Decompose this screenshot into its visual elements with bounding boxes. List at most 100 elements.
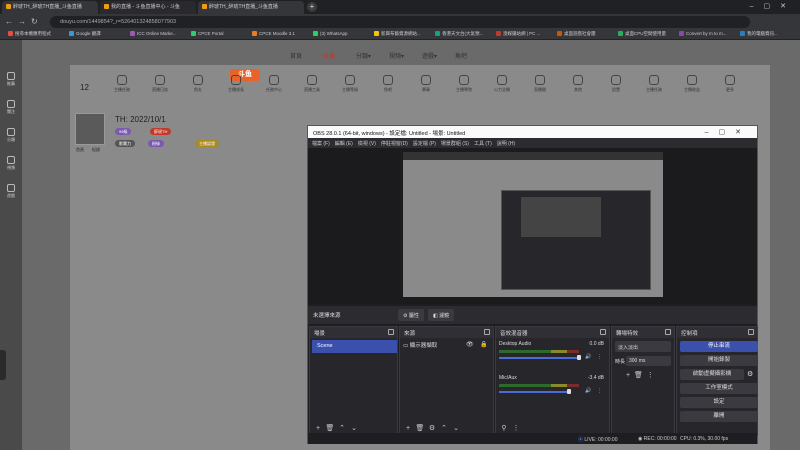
feature-icon-item[interactable]: 其他 bbox=[561, 75, 595, 93]
chevron-up-icon[interactable]: ⌃ bbox=[337, 424, 347, 432]
lock-icon[interactable]: 🔒 bbox=[480, 341, 487, 348]
add-icon[interactable]: + bbox=[403, 425, 413, 432]
feature-icon-item[interactable]: 賽事 bbox=[409, 75, 443, 93]
bookmark-item[interactable]: 桌面遊戲社會團 bbox=[557, 31, 596, 37]
left-nav-item[interactable]: 視頻 bbox=[3, 156, 19, 171]
add-icon[interactable]: + bbox=[626, 372, 630, 379]
bookmark-item[interactable]: 我的電腦資訊... bbox=[740, 31, 778, 37]
profile-label-record[interactable]: 紀錄 bbox=[92, 147, 100, 153]
speaker-icon[interactable]: 🔊 bbox=[585, 388, 591, 394]
feature-icon-item[interactable]: 任務中心 bbox=[257, 75, 291, 93]
browser-tab-3[interactable]: 醉琥TH_醉琥TH直播_斗鱼直播 bbox=[198, 1, 304, 14]
obs-menu-item[interactable]: 工具 (T) bbox=[474, 141, 492, 147]
bookmark-item[interactable]: Google 翻譯 bbox=[69, 31, 101, 37]
browser-tab-1[interactable]: 醉琥TH_醉琥TH直播_斗鱼直播 bbox=[2, 1, 98, 14]
left-nav-item[interactable]: 推薦 bbox=[3, 72, 19, 87]
forward-icon[interactable]: → bbox=[18, 17, 26, 26]
dock-pin-icon[interactable] bbox=[600, 329, 606, 335]
feature-icon-item[interactable]: 直播間 bbox=[523, 75, 557, 93]
volume-knob[interactable] bbox=[577, 355, 581, 360]
obs-window-controls[interactable]: –▢✕ bbox=[705, 128, 751, 136]
side-handle[interactable] bbox=[0, 350, 6, 380]
obs-menu-item[interactable]: 停駐視窗(D) bbox=[381, 141, 408, 147]
settings-button[interactable]: 設定 bbox=[680, 397, 758, 408]
bookmark-item[interactable]: ICC Online Marke... bbox=[130, 31, 177, 37]
site-nav-item[interactable]: 分類▾ bbox=[356, 51, 371, 60]
add-icon[interactable]: + bbox=[313, 425, 323, 432]
feature-icon-item[interactable]: 主播等級 bbox=[333, 75, 367, 93]
feature-icon-item[interactable]: 主播任務 bbox=[637, 75, 671, 93]
bookmark-item[interactable]: Convert by m to m... bbox=[679, 31, 727, 37]
dock-pin-icon[interactable] bbox=[665, 329, 671, 335]
obs-menu-item[interactable]: 檔案 (F) bbox=[312, 141, 330, 147]
link-icon[interactable]: ⚲ bbox=[499, 424, 509, 432]
start-virtual-camera-button[interactable]: 啟動虛擬攝影機 bbox=[680, 369, 744, 380]
start-recording-button[interactable]: 開始錄製 bbox=[680, 355, 758, 366]
bookmark-item[interactable]: 搜尋本機應用程式 bbox=[8, 31, 51, 37]
bookmark-item[interactable]: (3) WhatsApp bbox=[313, 31, 348, 37]
feature-icon-item[interactable]: 主播收益 bbox=[675, 75, 709, 93]
studio-mode-button[interactable]: 工作室模式 bbox=[680, 383, 758, 394]
filters-button[interactable]: ◧ 濾鏡 bbox=[428, 309, 455, 321]
bookmark-item[interactable]: 桌面CPU空間使用量 bbox=[618, 31, 666, 37]
scene-item[interactable]: Scene bbox=[312, 340, 397, 353]
feature-icon-item[interactable]: 更多 bbox=[713, 75, 747, 93]
gear-icon[interactable]: ⚙ bbox=[747, 370, 753, 378]
obs-menu-item[interactable]: 場景群組 (S) bbox=[441, 141, 469, 147]
more-icon[interactable]: ⋮ bbox=[647, 372, 654, 379]
obs-preview[interactable] bbox=[308, 148, 757, 304]
bookmark-item[interactable]: CPCE Moodle 3.1 bbox=[252, 31, 295, 37]
more-icon[interactable]: ⋮ bbox=[597, 354, 602, 360]
window-controls[interactable]: –▢✕ bbox=[750, 2, 796, 10]
feature-icon-item[interactable]: 主播學院 bbox=[447, 75, 481, 93]
left-nav-item[interactable]: 關注 bbox=[3, 100, 19, 115]
stop-streaming-button[interactable]: 停止串流 bbox=[680, 341, 758, 352]
feature-icon-item[interactable]: 魚丸 bbox=[181, 75, 215, 93]
properties-button[interactable]: ⚙ 屬性 bbox=[398, 309, 424, 321]
bookmark-item[interactable]: 澳媒鐵站網 | PC ... bbox=[496, 31, 540, 37]
bookmark-item[interactable]: CPCE Portal bbox=[191, 31, 224, 37]
feature-icon-item[interactable]: 主播任務 bbox=[105, 75, 139, 93]
more-icon[interactable]: ⋮ bbox=[597, 388, 602, 394]
obs-menu-item[interactable]: 檢視 (V) bbox=[358, 141, 376, 147]
source-item[interactable]: ▭ 顯示器擷取 bbox=[403, 341, 437, 349]
trash-icon[interactable]: 🗑 bbox=[325, 424, 335, 432]
url-input[interactable]: douyu.com/1449854?_r=526401324858077903 bbox=[50, 16, 750, 28]
gear-icon[interactable]: ⚙ bbox=[427, 424, 437, 432]
dock-pin-icon[interactable] bbox=[388, 329, 394, 335]
feature-icon-item[interactable]: 魚吧 bbox=[371, 75, 405, 93]
trash-icon[interactable]: 🗑 bbox=[634, 372, 643, 379]
chevron-up-icon[interactable]: ⌃ bbox=[439, 424, 449, 432]
eye-icon[interactable]: 👁 bbox=[466, 341, 474, 348]
trash-icon[interactable]: 🗑 bbox=[415, 424, 425, 432]
volume-slider[interactable] bbox=[499, 391, 569, 393]
profile-label-home[interactable]: 首頁 bbox=[76, 147, 84, 153]
feature-icon-item[interactable]: 主播成長 bbox=[219, 75, 253, 93]
chevron-down-icon[interactable]: ⌄ bbox=[349, 424, 359, 432]
obs-menu-item[interactable]: 設定檔 (P) bbox=[413, 141, 436, 147]
bookmark-item[interactable]: 香港天文台(大氣預... bbox=[435, 31, 483, 37]
new-tab-button[interactable]: + bbox=[307, 2, 317, 12]
obs-menu-item[interactable]: 編輯 (E) bbox=[335, 141, 353, 147]
left-nav-item[interactable]: 遊戲 bbox=[3, 184, 19, 199]
dock-pin-icon[interactable] bbox=[748, 329, 754, 335]
reload-icon[interactable]: ↻ bbox=[31, 17, 38, 26]
feature-icon-item[interactable]: 火力全開 bbox=[485, 75, 519, 93]
speaker-icon[interactable]: 🔊 bbox=[585, 354, 591, 360]
feature-icon-item[interactable]: 直播日誌 bbox=[143, 75, 177, 93]
duration-input[interactable]: 300 ms bbox=[626, 356, 671, 366]
volume-slider[interactable] bbox=[499, 357, 579, 359]
volume-knob[interactable] bbox=[567, 389, 571, 394]
transition-select[interactable]: 淡入淡出 bbox=[615, 341, 671, 352]
site-nav-item[interactable]: 直播 bbox=[323, 51, 335, 60]
site-nav-item[interactable]: 遊戲▾ bbox=[422, 51, 437, 60]
more-icon[interactable]: ⋮ bbox=[511, 424, 521, 432]
dock-pin-icon[interactable] bbox=[484, 329, 490, 335]
left-nav-item[interactable]: 分類 bbox=[3, 128, 19, 143]
bookmark-item[interactable]: 新興布藝資源網站... bbox=[374, 31, 421, 37]
site-nav-item[interactable]: 視頻▾ bbox=[389, 51, 404, 60]
back-icon[interactable]: ← bbox=[5, 17, 13, 26]
obs-menu-item[interactable]: 說明 (H) bbox=[497, 141, 515, 147]
site-nav-item[interactable]: 魚吧 bbox=[455, 51, 467, 60]
exit-button[interactable]: 離開 bbox=[680, 411, 758, 422]
